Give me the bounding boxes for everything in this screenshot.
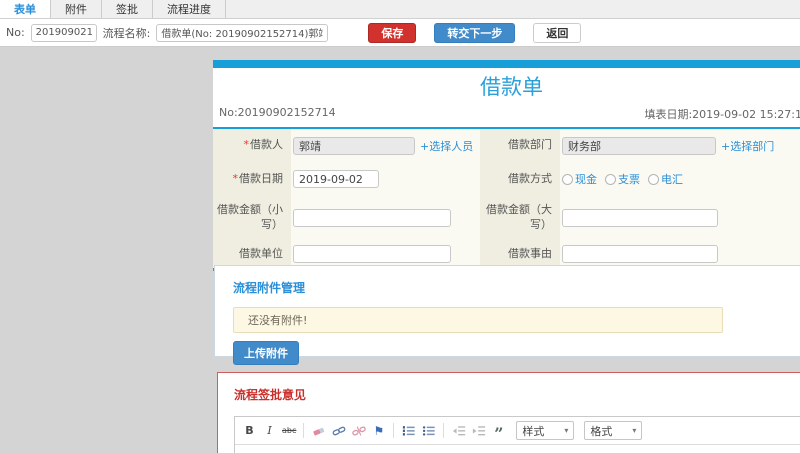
- outdent-icon[interactable]: [451, 423, 466, 438]
- loan-form-fields: *借款人 +选择人员 借款部门 +选择部门 *借款日期 借款方式 现金 支票 电…: [213, 129, 800, 271]
- unlink-icon[interactable]: [351, 423, 366, 438]
- bulleted-list-icon[interactable]: [421, 423, 436, 438]
- amount-lowercase-input[interactable]: [293, 209, 451, 227]
- page-title: 借款单: [480, 75, 543, 99]
- borrow-unit-label: 借款单位: [213, 240, 291, 268]
- amount-uppercase-label: 借款金额（大写）: [480, 196, 560, 240]
- upload-attachment-button[interactable]: 上传附件: [233, 341, 299, 365]
- no-input[interactable]: [30, 23, 97, 42]
- chevron-down-icon: ▾: [564, 426, 569, 435]
- process-approval-panel: 流程签批意见 B I abc ⚑ ” 样式 ▾ 格式 ▾: [217, 372, 800, 453]
- chevron-down-icon: ▾: [632, 426, 637, 435]
- radio-cash[interactable]: 现金: [562, 171, 597, 187]
- page-body: 借款单 No:20190902152714 填表日期:2019-09-02 15…: [0, 47, 800, 453]
- forward-next-step-button[interactable]: 转交下一步: [434, 22, 516, 43]
- attachments-heading: 流程附件管理: [233, 281, 306, 295]
- borrow-reason-input[interactable]: [562, 245, 718, 263]
- toolbar-separator: [303, 423, 305, 438]
- select-person-link[interactable]: +选择人员: [420, 138, 473, 154]
- amount-lowercase-label: 借款金额（小写）: [213, 196, 291, 240]
- back-button[interactable]: 返回: [533, 22, 582, 43]
- process-name-label: 流程名称:: [102, 26, 151, 40]
- toolbar-separator: [393, 423, 395, 438]
- toolbar-separator: [443, 423, 445, 438]
- strikethrough-icon[interactable]: abc: [282, 423, 296, 438]
- no-attachments-message: 还没有附件!: [233, 307, 723, 333]
- borrow-date-input[interactable]: [293, 170, 379, 188]
- borrower-label: *借款人: [213, 129, 291, 162]
- loan-form-panel: 借款单 No:20190902152714 填表日期:2019-09-02 15…: [213, 60, 800, 271]
- borrow-department-label: 借款部门: [480, 129, 560, 162]
- tab-approval[interactable]: 签批: [102, 0, 153, 18]
- radio-circle-icon[interactable]: [648, 173, 659, 185]
- blockquote-icon[interactable]: ”: [491, 423, 506, 441]
- required-mark: *: [232, 171, 239, 185]
- styles-dropdown[interactable]: 样式 ▾: [516, 421, 575, 440]
- borrow-department-input[interactable]: [562, 136, 716, 155]
- form-no-text: No:20190902152714: [219, 106, 336, 119]
- radio-circle-icon[interactable]: [562, 173, 573, 185]
- editor-toolbar: B I abc ⚑ ” 样式 ▾ 格式 ▾: [235, 417, 800, 445]
- italic-icon[interactable]: I: [262, 423, 277, 438]
- select-department-link[interactable]: +选择部门: [721, 138, 774, 154]
- tab-attachments[interactable]: 附件: [51, 0, 102, 18]
- process-attachments-panel: 流程附件管理 还没有附件! 上传附件: [214, 265, 800, 365]
- remove-format-icon[interactable]: [311, 423, 326, 438]
- borrow-method-label: 借款方式: [480, 162, 560, 196]
- borrow-method-radio-group: 现金 支票 电汇: [562, 171, 683, 187]
- bold-icon[interactable]: B: [242, 423, 257, 438]
- tab-process-progress[interactable]: 流程进度: [153, 0, 226, 18]
- indent-icon[interactable]: [471, 423, 486, 438]
- link-icon[interactable]: [331, 423, 346, 438]
- no-label: No:: [6, 26, 25, 39]
- tab-form[interactable]: 表单: [0, 0, 51, 18]
- numbered-list-icon[interactable]: [401, 423, 416, 438]
- approval-heading: 流程签批意见: [234, 388, 307, 402]
- form-fill-date-text: 填表日期:2019-09-02 15:27:1: [644, 108, 800, 121]
- required-mark: *: [243, 138, 250, 152]
- borrow-reason-label: 借款事由: [480, 240, 560, 268]
- loan-form-header: 借款单 No:20190902152714 填表日期:2019-09-02 15…: [213, 68, 800, 129]
- save-button[interactable]: 保存: [368, 22, 417, 43]
- toolbar: No: 流程名称: 保存 转交下一步 返回: [0, 19, 800, 47]
- panel-top-accent-bar: [213, 60, 800, 68]
- process-name-input[interactable]: [156, 23, 329, 42]
- radio-circle-icon[interactable]: [605, 173, 616, 185]
- radio-check[interactable]: 支票: [605, 171, 640, 187]
- amount-uppercase-input[interactable]: [562, 209, 718, 227]
- borrower-input[interactable]: [293, 136, 415, 155]
- borrow-unit-input[interactable]: [293, 245, 451, 263]
- tab-bar: 表单 附件 签批 流程进度: [0, 0, 800, 19]
- anchor-flag-icon[interactable]: ⚑: [371, 423, 386, 438]
- editor-content-area[interactable]: [235, 445, 800, 453]
- format-dropdown[interactable]: 格式 ▾: [584, 421, 643, 440]
- rich-text-editor: B I abc ⚑ ” 样式 ▾ 格式 ▾: [234, 416, 800, 453]
- radio-wire-transfer[interactable]: 电汇: [648, 171, 683, 187]
- borrow-date-label: *借款日期: [213, 162, 291, 196]
